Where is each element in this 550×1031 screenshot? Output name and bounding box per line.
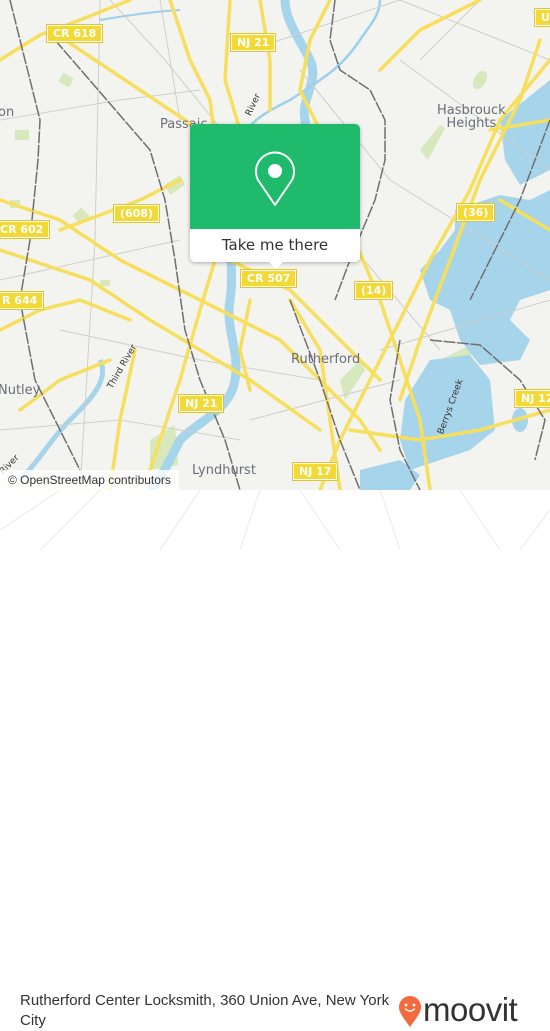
road-shield-608: (608): [112, 204, 161, 223]
road-shield-cr-602: CR 602: [0, 220, 51, 239]
moovit-logo[interactable]: moovit: [398, 991, 538, 1028]
road-shield-nj-17: NJ 17: [291, 462, 339, 481]
directions-popup[interactable]: Take me there: [190, 124, 360, 269]
road-shield-36: (36): [455, 203, 496, 222]
footer-background-pattern: [0, 490, 550, 550]
place-title: Rutherford Center Locksmith, 360 Union A…: [20, 992, 390, 1029]
take-me-there-button[interactable]: Take me there: [190, 229, 360, 262]
road-shield-14: (14): [353, 281, 394, 300]
place-label-rutherford: Rutherford: [291, 352, 361, 367]
popup-pointer: [267, 260, 285, 269]
place-label-lyndhurst: Lyndhurst: [192, 463, 256, 478]
popup-header: [190, 124, 360, 229]
road-shield-nj-21-south: NJ 21: [177, 394, 225, 413]
place-label-hasbrouck-heights: Hasbrouck Heights: [437, 103, 506, 131]
road-shield-nj-21: NJ 21: [229, 33, 277, 52]
map-canvas[interactable]: Passaic Hasbrouck Heights Rutherford Nut…: [0, 0, 550, 490]
map-pin-icon: [255, 151, 295, 206]
road-shield-us: U: [534, 8, 550, 27]
road-shield-nj-120: NJ 120: [513, 389, 550, 408]
moovit-pin-icon: [399, 996, 421, 1027]
road-shield-cr-618: CR 618: [45, 24, 104, 43]
place-label-nutley: Nutley: [0, 383, 41, 398]
footer: Rutherford Center Locksmith, 360 Union A…: [0, 490, 550, 1029]
road-shield-cr-644: R 644: [0, 291, 45, 310]
place-label-clifton: on: [0, 105, 15, 120]
map-attribution[interactable]: © OpenStreetMap contributors: [0, 470, 179, 490]
road-shield-cr-507: CR 507: [239, 269, 298, 288]
moovit-wordmark: moovit: [423, 991, 518, 1028]
